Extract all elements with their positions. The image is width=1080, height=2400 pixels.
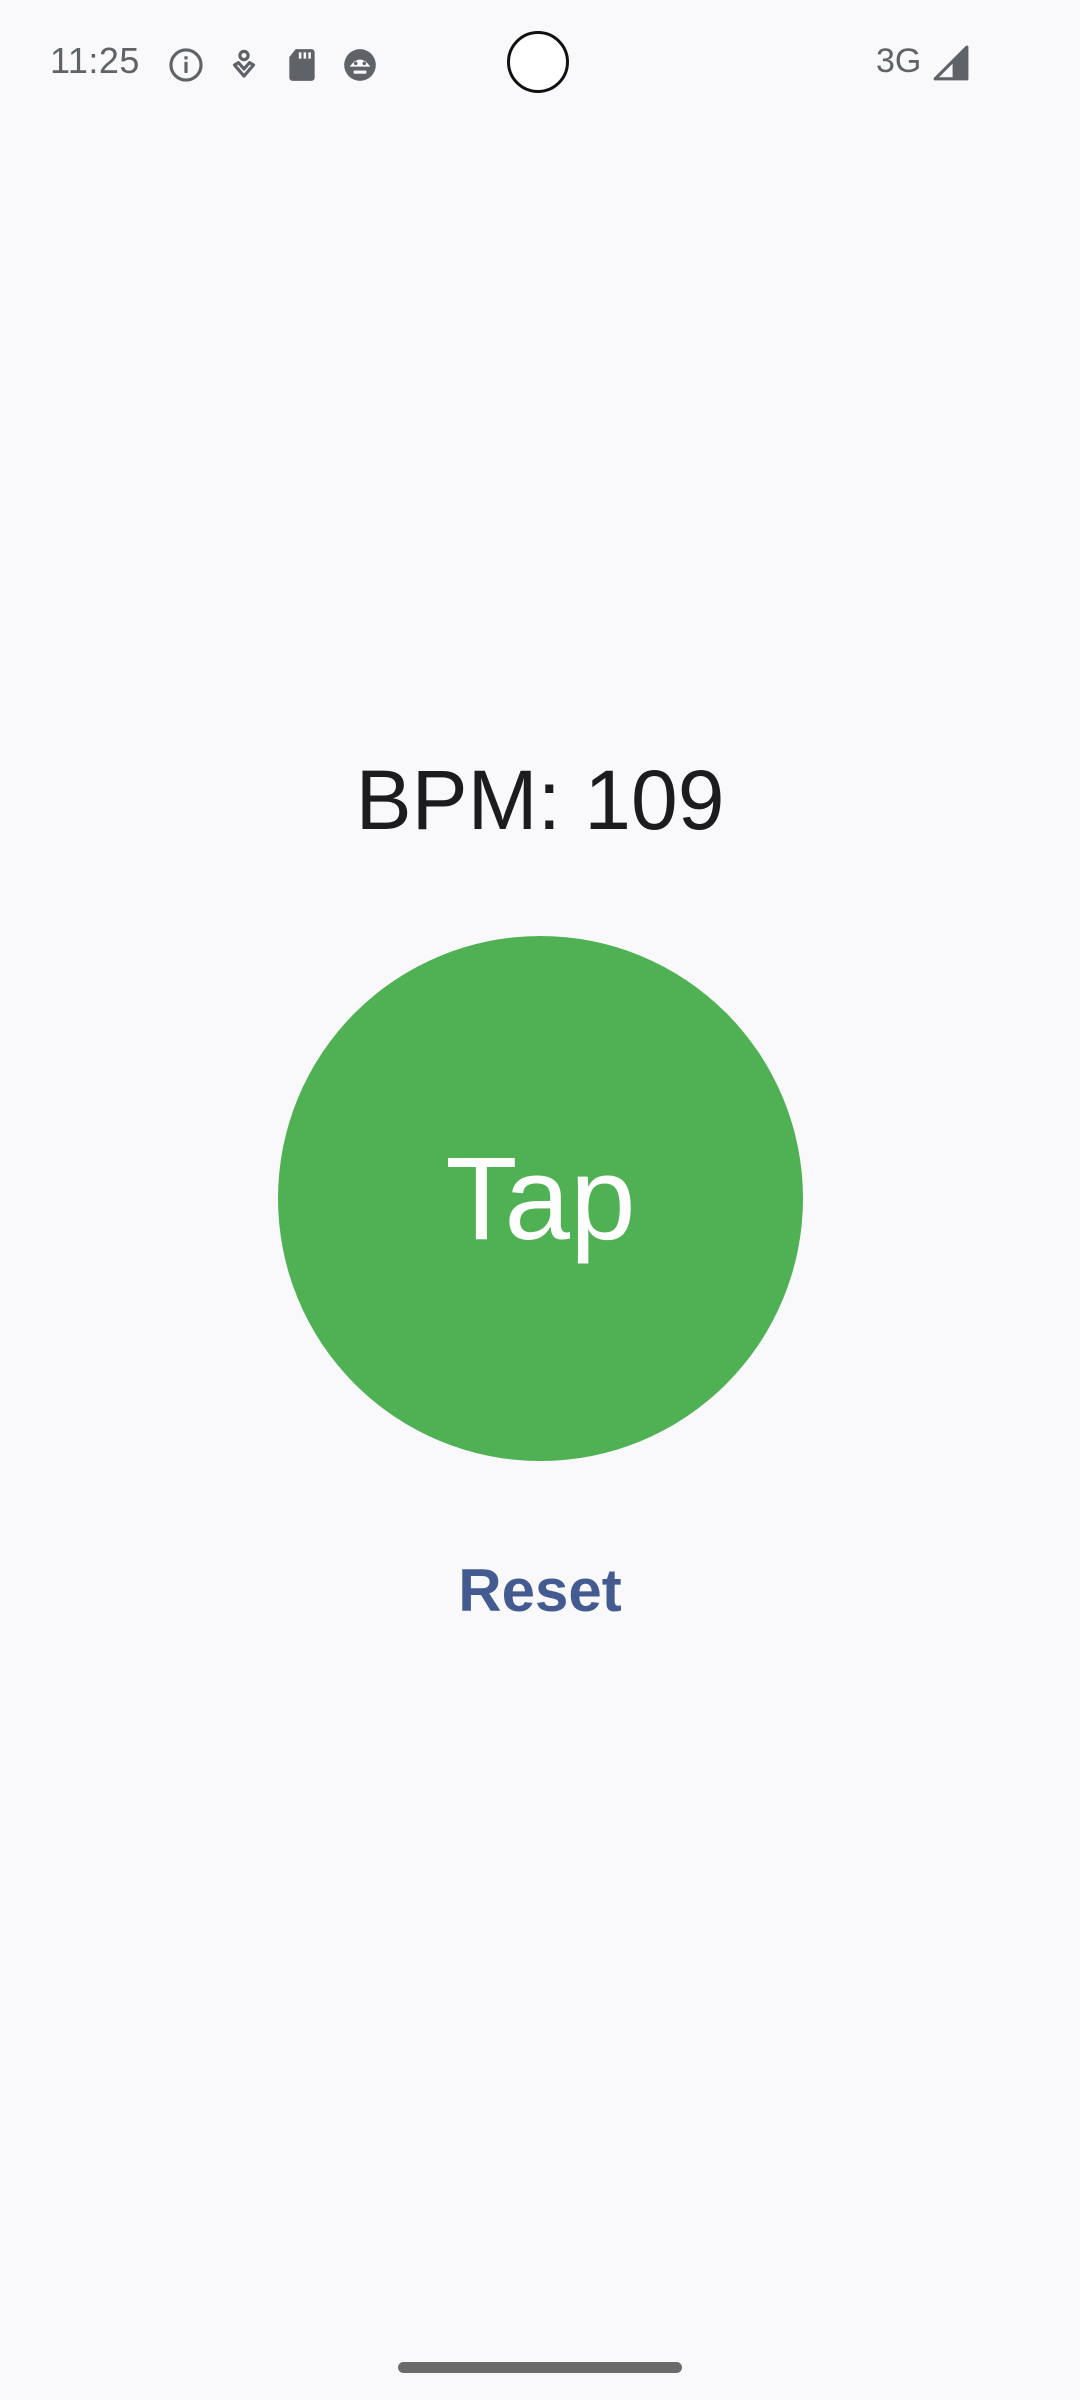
signal-strength-icon (932, 44, 970, 82)
bpm-display: BPM: 109 (355, 753, 725, 847)
camera-cutout (507, 31, 569, 93)
tap-button-label: Tap (445, 1132, 636, 1265)
android-face-icon (341, 46, 379, 84)
status-time: 11:25 (50, 40, 140, 81)
navigation-handle[interactable] (398, 2362, 682, 2373)
location-pin-icon (225, 46, 263, 84)
info-icon (167, 46, 205, 84)
network-type: 3G (876, 42, 922, 80)
status-bar: 11:25 3G (0, 0, 1080, 130)
tap-button[interactable]: Tap (278, 936, 803, 1461)
sd-card-icon (283, 46, 321, 84)
reset-button[interactable]: Reset (430, 1545, 650, 1635)
